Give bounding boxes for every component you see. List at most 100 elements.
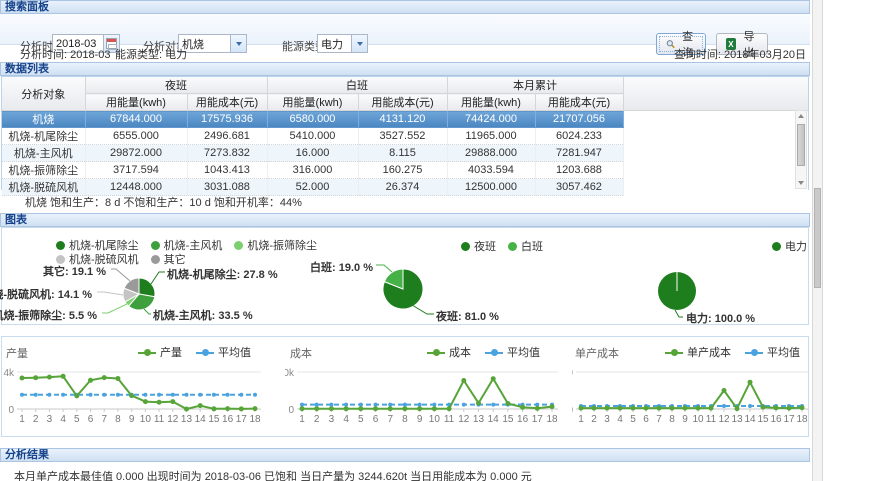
table-cell-value[interactable]: 11965.000 [447, 128, 535, 145]
legend-item[interactable]: 电力 [772, 238, 807, 254]
series-point [89, 393, 93, 397]
pie-slice-label: 机烧-主风机: 33.5 % [153, 307, 253, 323]
legend-item[interactable]: 平均值 [196, 344, 251, 360]
table-cell-value[interactable]: 6024.233 [535, 128, 623, 145]
series-point [115, 376, 120, 381]
table-row[interactable]: 机烧-振筛除尘3717.5941043.413316.000160.275403… [2, 162, 808, 179]
chart-legend: 产量 平均值 [138, 344, 251, 360]
table-cell-value[interactable]: 4033.594 [447, 162, 535, 179]
column-header-energy[interactable]: 用能量(kwh) [447, 94, 535, 111]
series-point [47, 375, 52, 380]
column-group-day-shift[interactable]: 白班 [267, 77, 447, 94]
table-cell-value[interactable]: 6555.000 [85, 128, 187, 145]
table-row[interactable]: 机烧-脱硫风机12448.0003031.08852.00026.3741250… [2, 179, 808, 196]
x-tick-label: 17 [532, 414, 544, 425]
table-cell-object[interactable]: 机烧 [2, 111, 85, 128]
pie3-legend: 电力 [772, 238, 807, 254]
table-cell-value[interactable]: 29888.000 [447, 145, 535, 162]
table-cell-value[interactable]: 17575.936 [187, 111, 267, 128]
scroll-up-icon[interactable] [796, 111, 806, 121]
legend-item[interactable]: 成本 [427, 344, 471, 360]
x-tick-label: 10 [140, 414, 152, 425]
column-header-cost[interactable]: 用能成本(元) [187, 94, 267, 111]
column-group-night-shift[interactable]: 夜班 [85, 77, 267, 94]
line-marker-icon [745, 348, 763, 357]
column-group-month-total[interactable]: 本月累计 [447, 77, 623, 94]
legend-item[interactable]: 其它 [151, 251, 186, 267]
table-cell-value[interactable]: 2496.681 [187, 128, 267, 145]
legend-item[interactable]: 机烧-振筛除尘 [234, 237, 317, 253]
series-point [748, 380, 753, 385]
series-point [184, 407, 189, 412]
analysis-result-title: 分析结果 [5, 449, 49, 461]
table-cell-value[interactable]: 74424.000 [447, 111, 535, 128]
table-cell-value[interactable]: 8.115 [358, 145, 447, 162]
table-cell-value[interactable]: 3057.462 [535, 179, 623, 196]
table-cell-value[interactable]: 26.374 [358, 179, 447, 196]
series-point [314, 406, 319, 411]
table-cell-value[interactable]: 3717.594 [85, 162, 187, 179]
table-cell-value[interactable]: 1203.688 [535, 162, 623, 179]
summary-energy: 能源类型: 电力 [115, 46, 187, 62]
table-cell-filler [623, 162, 808, 179]
table-cell-value[interactable]: 3527.552 [358, 128, 447, 145]
series-point [550, 404, 555, 409]
column-header-object[interactable]: 分析对象 [2, 77, 85, 111]
table-cell-value[interactable]: 16.000 [267, 145, 358, 162]
table-row[interactable]: 机烧-机尾除尘6555.0002496.6815410.0003527.5521… [2, 128, 808, 145]
table-cell-object[interactable]: 机烧-机尾除尘 [2, 128, 85, 145]
x-tick-label: 13 [181, 414, 193, 425]
table-cell-value[interactable]: 12500.000 [447, 179, 535, 196]
legend-dot-icon [56, 241, 65, 250]
table-cell-value[interactable]: 7281.947 [535, 145, 623, 162]
series-point [432, 403, 436, 407]
legend-item[interactable]: 产量 [138, 344, 182, 360]
x-tick-label: 11 [154, 414, 165, 425]
svg-text:10k: 10k [285, 368, 295, 379]
legend-item[interactable]: 平均值 [745, 344, 800, 360]
legend-item[interactable]: 单产成本 [665, 344, 731, 360]
table-row[interactable]: 机烧-主风机29872.0007273.83216.0008.11529888.… [2, 145, 808, 162]
table-cell-object[interactable]: 机烧-脱硫风机 [2, 179, 85, 196]
column-header-cost[interactable]: 用能成本(元) [358, 94, 447, 111]
table-cell-value[interactable]: 5410.000 [267, 128, 358, 145]
table-cell-value[interactable]: 1043.413 [187, 162, 267, 179]
series-point [33, 375, 38, 380]
series-point [61, 393, 65, 397]
pie2-legend: 夜班 白班 [461, 238, 543, 254]
table-cell-value[interactable]: 3031.088 [187, 179, 267, 196]
table-cell-value[interactable]: 4131.120 [358, 111, 447, 128]
legend-item[interactable]: 白班 [508, 238, 543, 254]
energy-analysis-page: 搜索面板 分析时间 分析对象 能源类型 查询 X 导出 分析 [0, 0, 872, 481]
chart-legend: 成本 平均值 [427, 344, 540, 360]
legend-dot-icon [151, 255, 160, 264]
table-cell-value[interactable]: 7273.832 [187, 145, 267, 162]
table-cell-value[interactable]: 12448.000 [85, 179, 187, 196]
table-cell-object[interactable]: 机烧-振筛除尘 [2, 162, 85, 179]
table-cell-value[interactable]: 316.000 [267, 162, 358, 179]
page-scrollbar-thumb[interactable] [814, 188, 821, 288]
column-header-energy[interactable]: 用能量(kwh) [85, 94, 187, 111]
table-row[interactable]: 机烧67844.00017575.9366580.0004131.1207442… [2, 111, 808, 128]
table-cell-value[interactable]: 21707.056 [535, 111, 623, 128]
x-tick-label: 18 [249, 414, 261, 425]
series-point [239, 393, 243, 397]
table-scrollbar-thumb[interactable] [797, 124, 805, 166]
series-point [418, 403, 422, 407]
table-cell-value[interactable]: 6580.000 [267, 111, 358, 128]
scroll-down-icon[interactable] [796, 178, 806, 188]
page-scrollbar[interactable] [812, 0, 823, 481]
svg-text:0: 0 [288, 405, 294, 416]
legend-item[interactable]: 平均值 [485, 344, 540, 360]
column-header-cost[interactable]: 用能成本(元) [535, 94, 623, 111]
pie-callout-line [151, 272, 165, 284]
table-scrollbar[interactable] [795, 110, 807, 189]
column-header-energy[interactable]: 用能量(kwh) [267, 94, 358, 111]
legend-item[interactable]: 夜班 [461, 238, 496, 254]
table-cell-value[interactable]: 52.000 [267, 179, 358, 196]
table-cell-object[interactable]: 机烧-主风机 [2, 145, 85, 162]
table-cell-value[interactable]: 67844.000 [85, 111, 187, 128]
series-point [787, 406, 792, 411]
table-cell-value[interactable]: 29872.000 [85, 145, 187, 162]
table-cell-value[interactable]: 160.275 [358, 162, 447, 179]
